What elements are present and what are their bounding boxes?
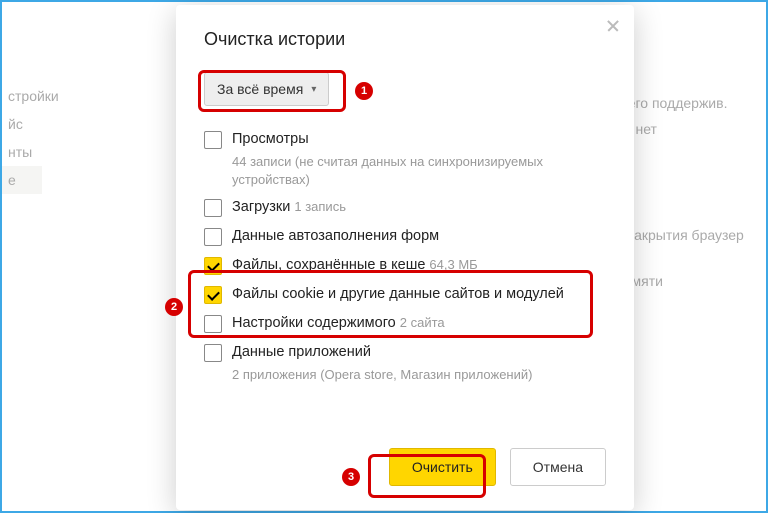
option-sub: 1 запись xyxy=(294,199,346,214)
checkbox-appdata[interactable] xyxy=(204,344,222,362)
option-cache: Файлы, сохранённые в кеше 64,3 МБ xyxy=(204,256,606,275)
clear-history-dialog: Очистка истории За всё время ▾ Просмотры… xyxy=(176,5,634,510)
option-autofill: Данные автозаполнения форм xyxy=(204,227,606,246)
background-sidebar: стройки йс нты е xyxy=(2,82,42,194)
checkbox-cookies[interactable] xyxy=(204,286,222,304)
option-cookies: Файлы cookie и другие данные сайтов и мо… xyxy=(204,285,606,304)
option-views: Просмотры xyxy=(204,130,606,149)
checkbox-views[interactable] xyxy=(204,131,222,149)
time-range-dropdown[interactable]: За всё время ▾ xyxy=(204,72,329,106)
annotation-badge-2: 2 xyxy=(165,298,183,316)
option-label: Просмотры xyxy=(232,131,309,147)
checkbox-cache[interactable] xyxy=(204,257,222,275)
dialog-buttons: Очистить Отмена xyxy=(389,448,606,486)
time-range-value: За всё время xyxy=(217,81,303,97)
options-list: Просмотры 44 записи (не считая данных на … xyxy=(204,130,606,384)
option-appdata: Данные приложений xyxy=(204,343,606,362)
option-label: Файлы cookie и другие данные сайтов и мо… xyxy=(232,286,564,302)
annotation-badge-1: 1 xyxy=(355,82,373,100)
option-content: Настройки содержимого 2 сайта xyxy=(204,314,606,333)
chevron-down-icon: ▾ xyxy=(311,84,316,95)
option-subline: 44 записи (не считая данных на синхрониз… xyxy=(232,153,606,188)
annotation-badge-3: 3 xyxy=(342,468,360,486)
option-sub: 64,3 МБ xyxy=(429,257,477,272)
option-label: Файлы, сохранённые в кеше xyxy=(232,257,425,273)
dialog-title: Очистка истории xyxy=(204,29,606,50)
option-downloads: Загрузки 1 запись xyxy=(204,198,606,217)
close-icon[interactable] xyxy=(606,19,620,33)
checkbox-downloads[interactable] xyxy=(204,199,222,217)
option-sub: 2 сайта xyxy=(400,315,445,330)
checkbox-autofill[interactable] xyxy=(204,228,222,246)
option-label: Данные автозаполнения форм xyxy=(232,228,439,244)
option-label: Данные приложений xyxy=(232,344,371,360)
cancel-button[interactable]: Отмена xyxy=(510,448,606,486)
background-right-text: и его поддержив. её нет е закрытия брауз… xyxy=(616,2,766,294)
option-subline: 2 приложения (Opera store, Магазин прило… xyxy=(232,366,606,384)
clear-button[interactable]: Очистить xyxy=(389,448,496,486)
option-label: Настройки содержимого xyxy=(232,315,396,331)
checkbox-content[interactable] xyxy=(204,315,222,333)
option-label: Загрузки xyxy=(232,199,290,215)
